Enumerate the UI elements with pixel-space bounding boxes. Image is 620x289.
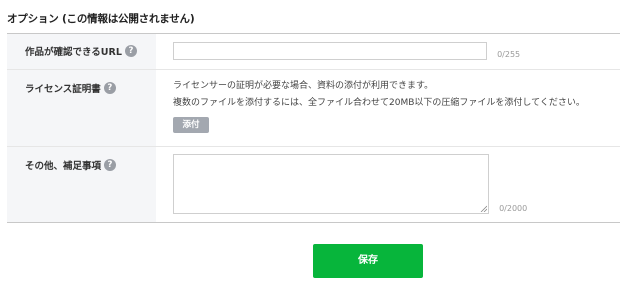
- row-label-url: 作品が確認できるURL ?: [7, 34, 156, 69]
- notes-label: その他、補足事項: [25, 161, 102, 172]
- question-circle-icon[interactable]: ?: [104, 159, 117, 171]
- license-description-line-1: ライセンサーの証明が必要な場合、資料の添付が利用できます。: [173, 81, 434, 91]
- row-content-license: ライセンサーの証明が必要な場合、資料の添付が利用できます。 複数のファイルを添付…: [156, 70, 620, 146]
- attach-button[interactable]: 添付: [173, 117, 209, 133]
- row-content-notes: 0/2000: [156, 147, 620, 222]
- row-label-notes: その他、補足事項 ?: [7, 147, 156, 222]
- form-row-notes: その他、補足事項 ? 0/2000: [7, 147, 620, 222]
- notes-char-counter: 0/2000: [499, 204, 528, 213]
- url-input[interactable]: [173, 42, 487, 60]
- license-label: ライセンス証明書: [25, 84, 101, 95]
- notes-textarea-wrapper: [173, 154, 489, 214]
- options-form: 作品が確認できるURL ? 0/255 ライセンス証明書 ? ライセンサーの証明…: [7, 33, 620, 223]
- question-circle-icon[interactable]: ?: [103, 82, 116, 94]
- form-row-url: 作品が確認できるURL ? 0/255: [7, 34, 620, 70]
- license-description-line-2: 複数のファイルを添付するには、全ファイル合わせて20MB以下の圧縮ファイルを添付…: [173, 98, 585, 108]
- form-row-license: ライセンス証明書 ? ライセンサーの証明が必要な場合、資料の添付が利用できます。…: [7, 70, 620, 147]
- resize-handle-icon[interactable]: [480, 205, 487, 212]
- save-button[interactable]: 保存: [313, 244, 423, 278]
- url-label: 作品が確認できるURL: [25, 47, 122, 58]
- section-title: オプション (この情報は公開されません): [7, 13, 195, 25]
- question-circle-icon[interactable]: ?: [124, 45, 137, 57]
- url-char-counter: 0/255: [497, 50, 521, 59]
- notes-textarea[interactable]: [173, 154, 489, 214]
- row-content-url: 0/255: [156, 34, 620, 69]
- row-label-license: ライセンス証明書 ?: [7, 70, 156, 146]
